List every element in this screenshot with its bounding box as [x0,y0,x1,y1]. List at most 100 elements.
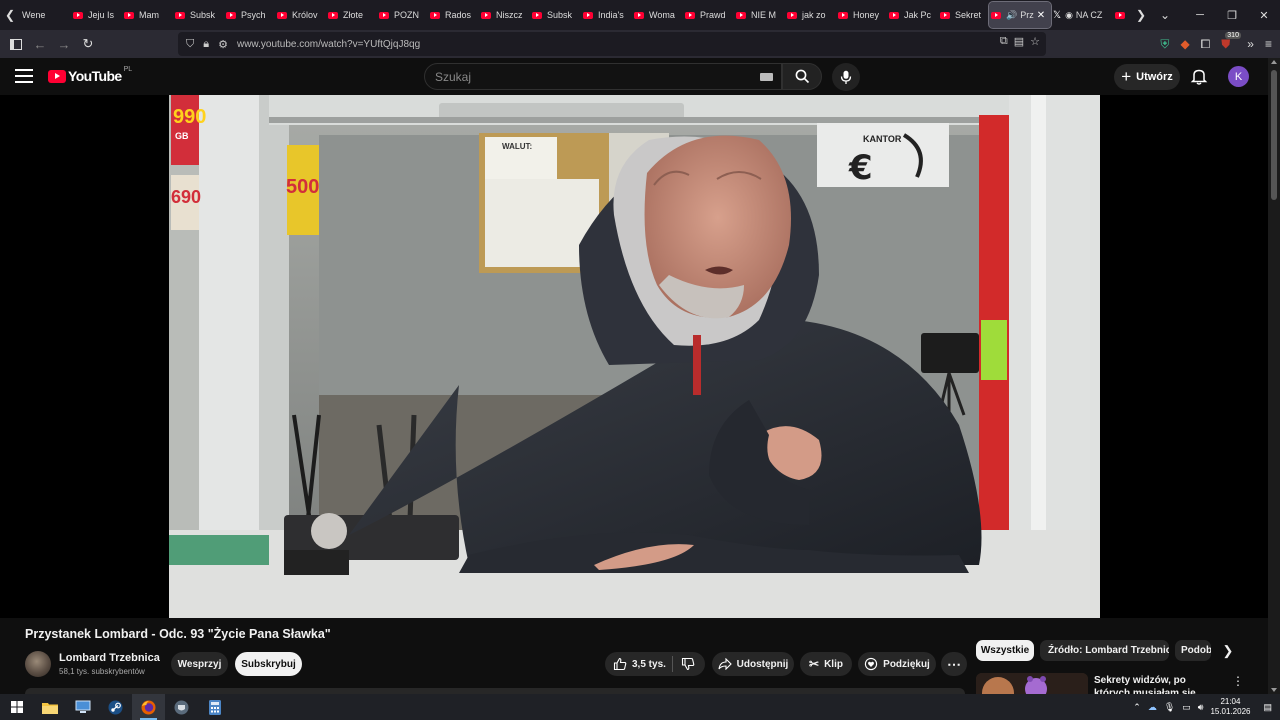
browser-tab[interactable]: jak zo [785,2,836,28]
extensions-puzzle-icon[interactable]: ⧠ [1201,37,1211,52]
address-bar[interactable]: ⛉ 🔒︎ ⚙ www.youtube.com/watch?v=YUftQjqJ8… [178,32,1046,56]
tab-x[interactable]: 𝕏 ◉ NA CZ [1051,2,1113,28]
close-window-icon[interactable]: ✕ [1248,0,1280,30]
speaker-icon[interactable]: 🔊 [1006,10,1017,21]
channel-name[interactable]: Lombard Trzebnica [59,652,160,664]
clip-button[interactable]: ✂ Klip [800,652,852,676]
video-scene: 990 GB 690 500 WALUT: KANTOR € [169,95,1100,618]
like-button[interactable]: 3,5 tys. [605,652,705,676]
account-avatar[interactable]: K [1228,66,1249,87]
notifications-bell-icon[interactable] [1189,66,1209,86]
tab-active[interactable]: 🔊 Prz ✕ [988,1,1052,29]
forward-icon[interactable]: → [52,32,76,56]
scroll-down-icon[interactable] [1271,688,1277,692]
thumbs-up-icon [613,657,627,671]
back-icon[interactable]: ← [28,32,52,56]
video-frame[interactable]: 990 GB 690 500 WALUT: KANTOR € [169,95,1100,618]
sidebar-toggle-icon[interactable] [4,32,28,56]
tracking-shield-icon[interactable]: ⛉ [186,38,194,51]
search-box[interactable] [424,63,782,90]
page-scrollbar[interactable] [1268,58,1280,694]
firefox-icon[interactable] [132,694,165,720]
dislike-button[interactable] [681,657,695,671]
notifications-icon[interactable]: ▤ [1263,702,1272,713]
chevron-right-icon[interactable]: ❯ [1220,642,1236,659]
more-actions-icon[interactable]: ⋯ [941,652,967,676]
tab-youtube-last[interactable] [1113,2,1127,28]
browser-tab[interactable]: Wene [20,2,71,28]
browser-tab-label: Prawd [700,10,726,20]
permissions-icon[interactable]: ⚙ [218,38,228,51]
browser-tab[interactable]: India's [581,2,632,28]
calculator-icon[interactable] [198,694,231,720]
vpn-shield-icon[interactable]: ⛨ [1160,37,1169,52]
support-button[interactable]: Wesprzyj [171,652,228,676]
share-button[interactable]: Udostępnij [712,652,794,676]
scrollbar-thumb[interactable] [1271,70,1277,200]
guide-menu-icon[interactable] [14,66,34,86]
thanks-button[interactable]: Podziękuj [858,652,936,676]
search-icon [795,69,809,84]
bitwarden-icon[interactable] [165,694,198,720]
reader-view-icon[interactable]: ▤ [1014,35,1024,48]
browser-tab[interactable]: Mam [122,2,173,28]
channel-avatar[interactable] [25,651,51,677]
tab-list-dropdown-icon[interactable]: ⌄ [1155,0,1175,30]
scroll-up-icon[interactable] [1271,60,1277,64]
browser-tab[interactable]: Złote [326,2,377,28]
url-text[interactable]: www.youtube.com/watch?v=YUftQjqJ8qg [237,39,420,50]
chip-all[interactable]: Wszystkie [976,640,1034,661]
keyboard-icon[interactable] [760,73,773,81]
tab-close-icon[interactable]: ✕ [1037,10,1045,21]
browser-tab[interactable]: Honey [836,2,887,28]
browser-tab[interactable]: Królov [275,2,326,28]
ublock-extension-icon[interactable]: ⛊ 310 [1221,31,1241,52]
reload-icon[interactable]: ↻ [76,32,100,56]
tray-chevron-up-icon[interactable]: ⌃ [1133,702,1141,713]
app-menu-icon[interactable]: ≡ [1265,37,1272,51]
steam-icon[interactable] [99,694,132,720]
search-input[interactable] [435,69,735,84]
browser-tab[interactable]: Subsk [173,2,224,28]
overflow-chevron-icon[interactable]: » [1247,37,1254,51]
file-explorer-icon[interactable] [33,694,66,720]
browser-tab[interactable]: Sekret [938,2,989,28]
youtube-logo[interactable]: YouTube PL [48,66,132,84]
browser-tab[interactable]: Jak Pc [887,2,938,28]
recommendation-title[interactable]: Sekrety widzów, po których musiałam się … [1094,674,1219,694]
tray-microphone-icon[interactable]: 🎙︎ [1164,702,1175,713]
network-computer-icon[interactable] [66,694,99,720]
tabs-scroll-right-icon[interactable]: ❯ [1131,0,1151,30]
create-button[interactable]: + Utwórz [1114,64,1180,90]
subscribe-button[interactable]: Subskrybuj [235,652,302,676]
browser-tab[interactable]: Prawd [683,2,734,28]
browser-tab[interactable]: Subsk [530,2,581,28]
tray-network-icon[interactable]: ▭ [1182,702,1191,713]
recommendation-thumbnail[interactable] [976,673,1088,694]
tray-volume-icon[interactable]: 🔊︎ [1198,702,1204,713]
browser-tab[interactable]: Niszcz [479,2,530,28]
browser-tab[interactable]: Woma [632,2,683,28]
recommendation-menu-icon[interactable]: ⋮ [1232,674,1244,688]
bookmark-star-icon[interactable]: ☆ [1030,35,1040,48]
browser-tab[interactable]: Psych [224,2,275,28]
voice-search-button[interactable] [832,63,860,91]
youtube-favicon-icon [889,11,899,19]
browser-tab[interactable]: NIE M [734,2,785,28]
taskbar-clock[interactable]: 21:04 15.01.2026 [1210,697,1250,717]
video-player[interactable]: 990 GB 690 500 WALUT: KANTOR € [0,95,1268,618]
browser-tab[interactable]: Jeju Is [71,2,122,28]
chip-source[interactable]: Źródło: Lombard Trzebnica [1040,640,1169,661]
windows-start-icon[interactable] [0,694,33,720]
tabs-scroll-left-icon[interactable]: ❮ [0,0,20,30]
browser-tab[interactable]: Rados [428,2,479,28]
minimize-icon[interactable]: ─ [1184,0,1216,30]
lock-icon[interactable]: 🔒︎ [203,38,209,51]
browser-tab[interactable]: POZN [377,2,428,28]
chip-similar[interactable]: Podob [1175,640,1211,661]
search-button[interactable] [782,63,822,90]
fox-extension-icon[interactable]: ◆ [1180,37,1189,51]
picture-in-picture-icon[interactable]: ⧉ [1000,35,1008,48]
tray-cloud-icon[interactable]: ☁ [1148,702,1157,713]
restore-icon[interactable]: ❐ [1216,0,1248,30]
